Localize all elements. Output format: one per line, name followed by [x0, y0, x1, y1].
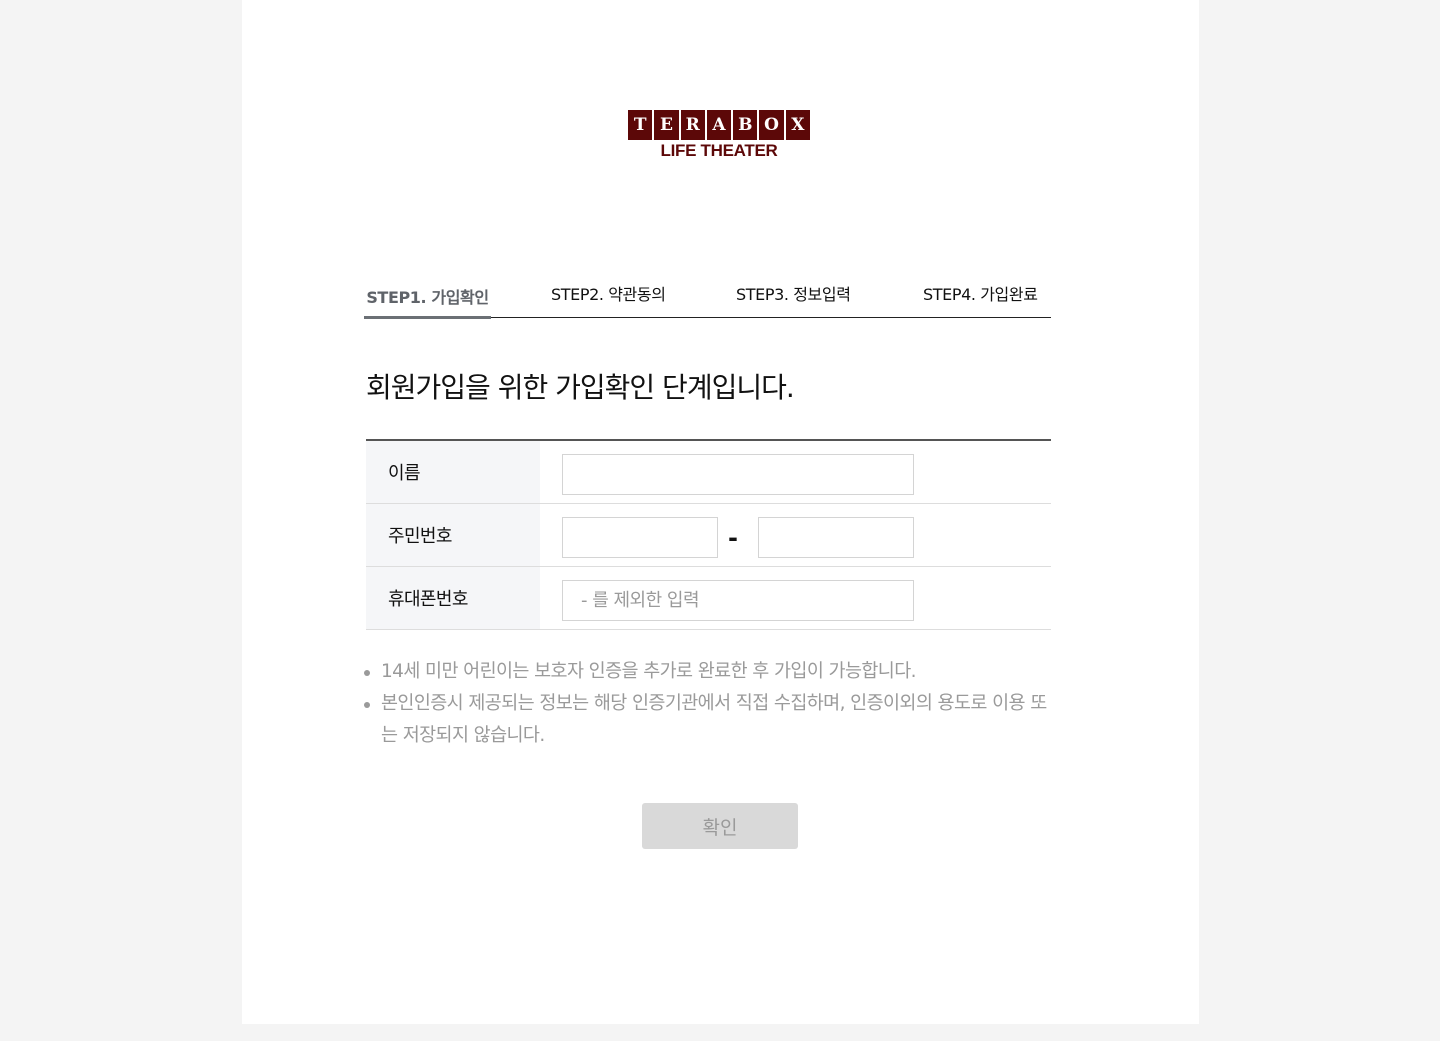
name-label: 이름 [366, 441, 540, 503]
step-1-verify: STEP1. 가입확인 [364, 284, 491, 319]
step-2-terms: STEP2. 약관동의 [551, 285, 666, 304]
logo-letter: T [628, 110, 653, 140]
form-row-phone: 휴대폰번호 [366, 567, 1051, 630]
logo-letter: X [785, 110, 810, 140]
notice-item-privacy: 본인인증시 제공되는 정보는 해당 인증기관에서 직접 수집하며, 인증이외의 … [364, 688, 1054, 752]
terabox-logo[interactable]: T E R A B O X LIFE THEATER [628, 110, 810, 161]
name-input[interactable] [562, 454, 914, 495]
step-4-complete: STEP4. 가입완료 [923, 285, 1038, 304]
phone-input[interactable] [562, 580, 914, 621]
logo-letter: O [759, 110, 784, 140]
logo-letter: B [733, 110, 758, 140]
logo-letter-boxes: T E R A B O X [628, 110, 810, 140]
page-title: 회원가입을 위한 가입확인 단계입니다. [366, 371, 795, 404]
step-3-info: STEP3. 정보입력 [736, 285, 851, 304]
verification-form: 이름 주민번호 - 휴대폰번호 [366, 439, 1051, 630]
phone-label: 휴대폰번호 [366, 567, 540, 629]
form-row-resident-number: 주민번호 - [366, 504, 1051, 567]
logo-subtitle: LIFE THEATER [660, 141, 778, 160]
confirm-button[interactable]: 확인 [642, 803, 798, 849]
notice-list: 14세 미만 어린이는 보호자 인증을 추가로 완료한 후 가입이 가능합니다.… [364, 656, 1054, 752]
signup-steps: STEP1. 가입확인 STEP2. 약관동의 STEP3. 정보입력 STEP… [364, 268, 1051, 319]
logo-letter: R [680, 110, 705, 140]
logo-letter: E [654, 110, 679, 140]
resident-number-field-cell: - [540, 504, 1051, 566]
notice-item-age: 14세 미만 어린이는 보호자 인증을 추가로 완료한 후 가입이 가능합니다. [364, 656, 1054, 688]
name-field-cell [540, 441, 1051, 503]
resident-number-label: 주민번호 [366, 504, 540, 566]
resident-number-separator: - [728, 524, 738, 552]
form-row-name: 이름 [366, 441, 1051, 504]
resident-number-second-input[interactable] [758, 517, 914, 558]
phone-field-cell [540, 567, 1051, 629]
logo-letter: A [706, 110, 732, 140]
resident-number-first-input[interactable] [562, 517, 718, 558]
